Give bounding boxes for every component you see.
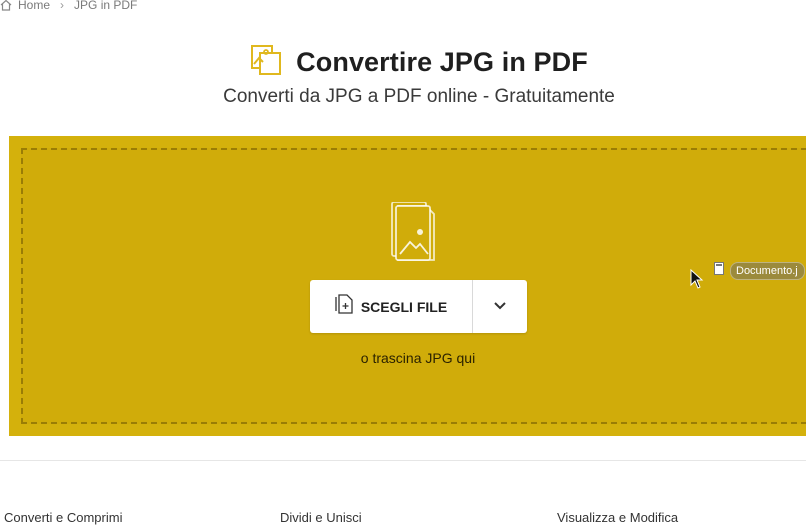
document-icon [714, 262, 724, 280]
choose-source-dropdown[interactable] [473, 280, 527, 333]
files-stack-icon [382, 201, 438, 264]
drag-hint: o trascina JPG qui [360, 350, 476, 366]
page-header: Convertire JPG in PDF [0, 44, 806, 81]
dragged-file: Documento.j [714, 262, 805, 280]
footer-link-visualizza[interactable]: Visualizza e Modifica [557, 510, 678, 525]
choose-file-button-group: SCEGLI FILE [310, 280, 527, 333]
footer-divider [0, 460, 806, 461]
footer-link-converti[interactable]: Converti e Comprimi [4, 510, 122, 525]
breadcrumb-separator: › [60, 0, 65, 12]
choose-file-button[interactable]: SCEGLI FILE [310, 280, 473, 333]
breadcrumb: Home › JPG in PDF [0, 0, 137, 13]
page-title: Convertire JPG in PDF [296, 47, 588, 77]
add-file-icon [335, 294, 353, 319]
chevron-down-icon [493, 298, 507, 316]
breadcrumb-home-link[interactable]: Home [18, 0, 50, 12]
page-subtitle: Converti da JPG a PDF online - Gratuitam… [223, 86, 615, 107]
footer-link-dividi[interactable]: Dividi e Unisci [280, 510, 362, 525]
image-file-icon [250, 44, 282, 81]
dragged-file-name: Documento.j [730, 262, 805, 280]
home-icon[interactable] [0, 0, 12, 11]
mouse-pointer-icon [690, 268, 704, 294]
choose-file-label: SCEGLI FILE [360, 298, 448, 315]
breadcrumb-current: JPG in PDF [74, 0, 138, 12]
